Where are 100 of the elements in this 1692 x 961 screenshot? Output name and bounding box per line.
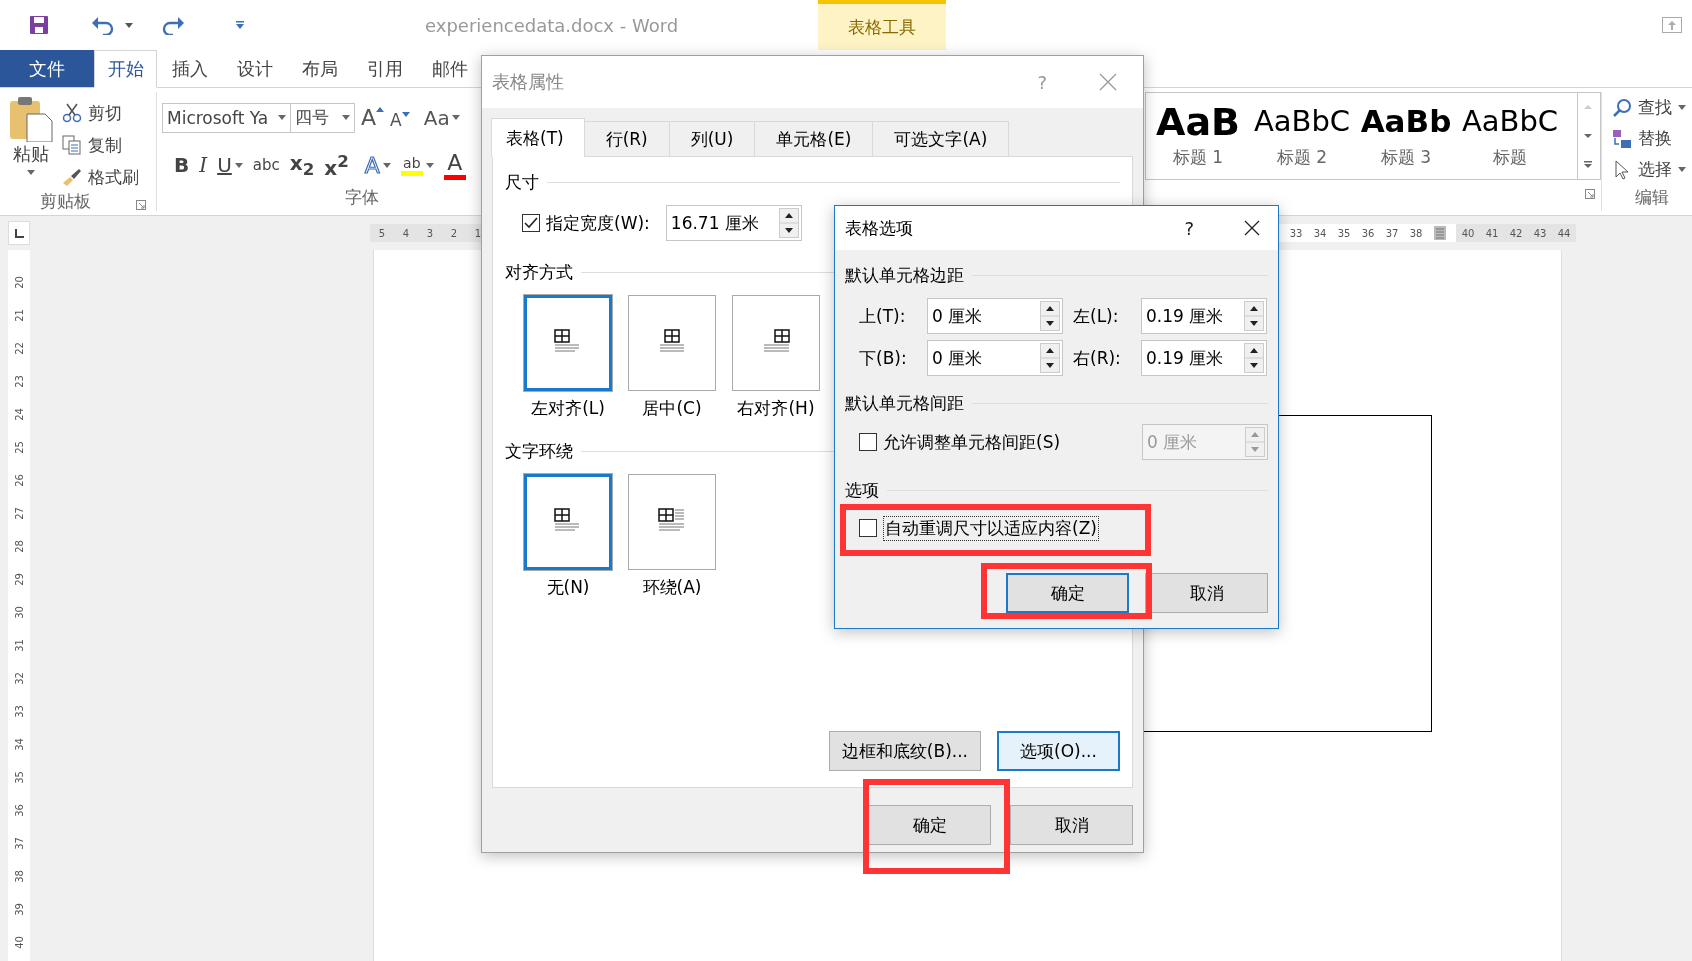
dialog-title: 表格属性 — [492, 70, 564, 94]
width-field[interactable]: 16.71 厘米 — [665, 205, 802, 241]
dialog-button[interactable]: 取消 — [1010, 805, 1133, 845]
dialog-launcher-icon[interactable] — [1585, 189, 1595, 199]
dialog-button[interactable]: 确定 — [868, 805, 991, 845]
ruler-number: 36 — [1360, 227, 1376, 239]
bold-button[interactable]: B — [170, 150, 194, 181]
column-marker-icon[interactable] — [1434, 226, 1446, 240]
find-button[interactable]: 查找 — [1612, 94, 1692, 121]
field-label: 上(T): — [859, 304, 907, 328]
dialog-tab[interactable]: 表格(T) — [491, 118, 585, 157]
group-label: 编辑 — [1635, 185, 1669, 209]
underline-button[interactable]: U — [213, 150, 247, 181]
ribbon-tab[interactable]: 插入 — [157, 50, 222, 87]
format-painter-button[interactable]: 格式刷 — [62, 164, 139, 190]
font-color-button[interactable]: A — [439, 150, 470, 181]
ruler-number: 25 — [13, 441, 25, 454]
copy-icon — [62, 135, 82, 155]
margin-field[interactable]: 0.19 厘米 — [1141, 298, 1267, 334]
style-item[interactable]: AaBbC 标题 2 — [1250, 93, 1354, 179]
ruler-number: 28 — [13, 540, 25, 553]
dialog-button[interactable]: 确定 — [1006, 573, 1129, 613]
style-item[interactable]: AaB 标题 1 — [1146, 93, 1250, 179]
caret-icon — [1678, 105, 1686, 110]
ruler-number: 33 — [13, 705, 25, 718]
margin-field[interactable]: 0.19 厘米 — [1141, 340, 1267, 376]
margin-field[interactable]: 0 厘米 — [927, 340, 1063, 376]
strikethrough-button[interactable]: abc — [248, 150, 284, 181]
dialog-title: 表格选项 — [845, 216, 913, 240]
font-size-box[interactable]: 四号 — [291, 102, 355, 133]
checkbox-label: 指定宽度(W): — [546, 211, 650, 235]
undo-icon[interactable] — [91, 15, 115, 35]
ribbon-tab[interactable]: 开始 — [94, 50, 157, 88]
ruler-number: 21 — [13, 309, 25, 322]
dialog-tab[interactable]: 可选文字(A) — [872, 121, 1010, 156]
highlight-button[interactable]: ab — [396, 150, 438, 181]
close-icon[interactable] — [1244, 220, 1260, 236]
spin-button[interactable] — [1040, 343, 1060, 373]
ruler-number: 34 — [13, 738, 25, 751]
dialog-button[interactable]: 取消 — [1145, 573, 1268, 613]
wrapping-option[interactable] — [524, 474, 612, 570]
checkbox[interactable] — [522, 214, 540, 232]
ruler-number: 29 — [13, 573, 25, 586]
caret-icon — [451, 115, 460, 121]
subscript-button[interactable]: x$_{2}$ — [285, 150, 319, 181]
option-label: 右对齐(H) — [737, 397, 815, 420]
dialog-button[interactable]: 边框和底纹(B)... — [828, 731, 981, 771]
section-heading: 默认单元格间距 — [845, 391, 964, 415]
group-label: 剪贴板 — [40, 190, 91, 213]
copy-button[interactable]: 复制 — [62, 132, 139, 158]
italic-button[interactable]: I — [195, 150, 212, 181]
style-item[interactable]: AaBb 标题 3 — [1354, 93, 1458, 179]
cut-button[interactable]: 剪切 — [62, 100, 139, 126]
caret-icon — [27, 170, 35, 175]
checkbox[interactable] — [859, 519, 877, 537]
paste-button[interactable]: 粘贴 — [0, 92, 62, 190]
section-heading: 尺寸 — [505, 170, 539, 194]
shrink-font-button[interactable]: A — [390, 109, 410, 130]
change-case-button[interactable]: Aa — [423, 105, 468, 130]
spin-button[interactable] — [1040, 301, 1060, 331]
grow-font-button[interactable]: A — [361, 105, 385, 131]
margin-field[interactable]: 0 厘米 — [927, 298, 1063, 334]
ruler-number: 44 — [1556, 227, 1572, 239]
field-label: 下(B): — [859, 346, 908, 370]
ruler-number: 23 — [13, 375, 25, 388]
ruler-number: 43 — [1532, 227, 1548, 239]
caret-icon — [382, 162, 391, 168]
ribbon-tab[interactable]: 引用 — [352, 50, 417, 87]
checkbox-label: 自动重调尺寸以适应内容(Z) — [883, 515, 1099, 541]
help-button[interactable]: ? — [1184, 217, 1194, 239]
spin-button[interactable] — [778, 208, 799, 238]
replace-button[interactable]: 替换 — [1612, 125, 1692, 152]
spin-button[interactable] — [1244, 301, 1264, 331]
search-icon — [1612, 97, 1632, 118]
ribbon-tab[interactable]: 邮件 — [417, 50, 482, 87]
dialog-button[interactable]: 选项(O)... — [997, 731, 1120, 771]
font-name-box[interactable]: Microsoft Ya — [162, 102, 291, 133]
down-triangle-icon — [401, 111, 410, 117]
ribbon-tab[interactable]: 设计 — [222, 50, 287, 87]
ribbon-tab[interactable]: 文件 — [0, 50, 94, 87]
superscript-button[interactable]: x$^{2}$ — [320, 150, 353, 181]
ruler-number: 20 — [13, 276, 25, 289]
caret-icon[interactable] — [125, 22, 133, 28]
checkbox[interactable] — [859, 433, 877, 451]
alignment-option[interactable] — [524, 295, 612, 391]
ribbon-tab[interactable]: 布局 — [287, 50, 352, 87]
tab-selector[interactable] — [8, 221, 30, 245]
ruler-number: 35 — [1336, 227, 1352, 239]
redo-icon[interactable] — [161, 15, 185, 35]
dialog-launcher-icon[interactable] — [136, 200, 146, 210]
ruler-number: 1 — [473, 227, 483, 239]
style-item[interactable]: AaBbC 标题 — [1458, 93, 1562, 179]
ruler-number: 38 — [1408, 227, 1424, 239]
caret-icon — [234, 162, 243, 168]
ruler-number: 38 — [13, 870, 25, 883]
caret-icon — [342, 115, 350, 121]
save-icon[interactable] — [29, 15, 49, 35]
customize-icon[interactable] — [235, 21, 245, 29]
spin-button[interactable] — [1244, 343, 1264, 373]
select-button[interactable]: 选择 — [1612, 156, 1692, 183]
